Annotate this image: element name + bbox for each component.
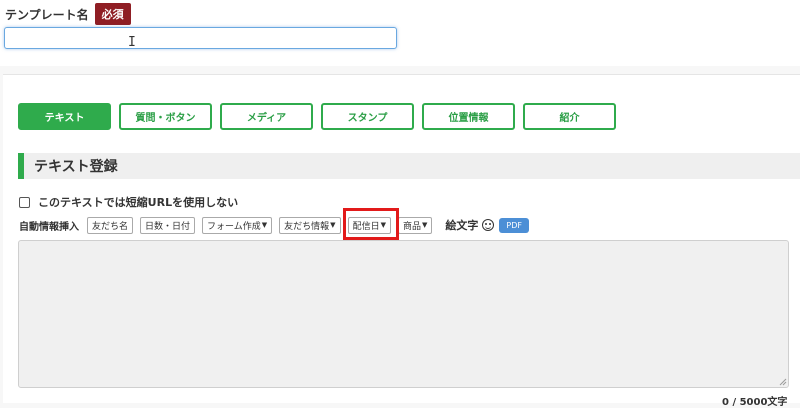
short-url-option: このテキストでは短縮URLを使用しない [19, 194, 238, 210]
tab-text[interactable]: テキスト [18, 103, 111, 130]
emoji-label: 絵文字 [445, 219, 479, 232]
caret-down-icon: ▼ [261, 221, 268, 229]
tab-stamp[interactable]: スタンプ [321, 103, 414, 130]
short-url-label: このテキストでは短縮URLを使用しない [38, 196, 239, 209]
message-textarea[interactable] [18, 240, 789, 388]
caret-down-icon: ▼ [421, 221, 428, 229]
section-header: テキスト登録 [18, 153, 800, 179]
highlight-box [343, 208, 399, 240]
insert-form-dropdown[interactable]: フォーム作成 ▼ [202, 216, 273, 234]
tab-location[interactable]: 位置情報 [422, 103, 515, 130]
message-type-tabs: テキスト 質問・ボタン メディア スタンプ 位置情報 紹介 [18, 103, 616, 130]
text-cursor-icon: I [128, 35, 136, 50]
template-name-label-row: テンプレート名 必須 [5, 3, 131, 25]
character-counter: 0 / 5000文字 [722, 397, 788, 408]
resize-grip-icon[interactable] [779, 378, 787, 386]
required-badge: 必須 [94, 3, 131, 25]
pdf-button[interactable]: PDF [499, 217, 529, 233]
insert-product-dropdown[interactable]: 商品 ▼ [397, 216, 433, 234]
smiley-icon[interactable] [482, 219, 495, 231]
insert-friend-info-dropdown[interactable]: 友だち情報 ▼ [279, 216, 341, 234]
template-name-label: テンプレート名 [5, 7, 89, 22]
caret-down-icon: ▼ [330, 221, 336, 229]
section-title: テキスト登録 [34, 159, 118, 175]
short-url-checkbox[interactable] [19, 196, 30, 208]
tab-introduction[interactable]: 紹介 [523, 103, 616, 130]
auto-insert-label: 自動情報挿入 [19, 221, 79, 233]
template-name-input[interactable] [4, 27, 397, 49]
insert-days-date-button[interactable]: 日数・日付 [140, 216, 196, 234]
insert-friend-name-button[interactable]: 友だち名 [87, 216, 134, 234]
auto-insert-toolbar: 自動情報挿入 友だち名 日数・日付 フォーム作成 ▼ 友だち情報 ▼ 配信日 ▼ 商品… [19, 215, 529, 235]
tab-question-button[interactable]: 質問・ボタン [119, 103, 212, 130]
tab-media[interactable]: メディア [220, 103, 313, 130]
